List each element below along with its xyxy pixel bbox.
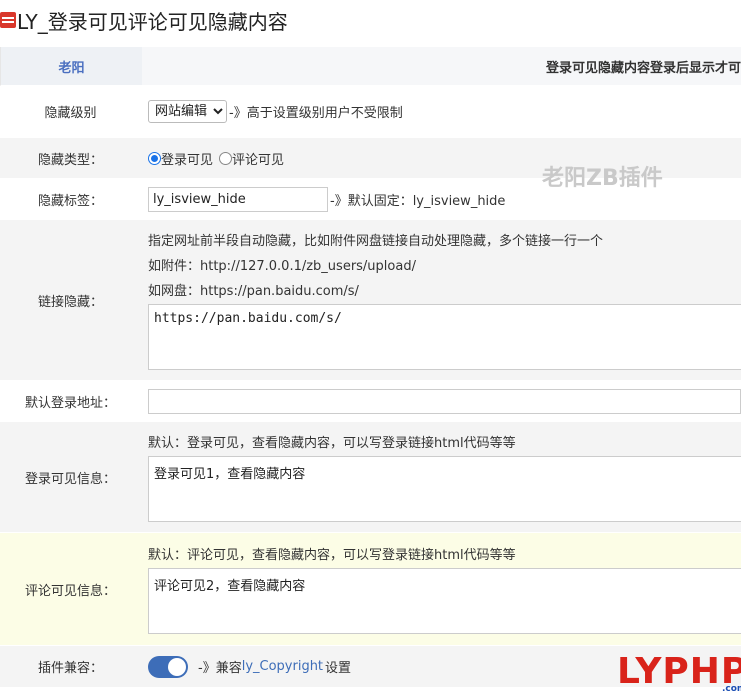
page-title: LY_登录可见评论可见隐藏内容 bbox=[17, 9, 288, 34]
watermark-text: 老阳ZB插件 bbox=[542, 166, 663, 191]
toggle-knob[interactable] bbox=[168, 657, 186, 676]
row-hide-level: 隐藏级别 网站编辑 -》高于设置级别用户不受限制 bbox=[0, 86, 741, 138]
row-comment-info: 评论可见信息： 默认：评论可见，查看隐藏内容，可以写登录链接html代码等等 评… bbox=[0, 533, 741, 646]
comment-info-textarea[interactable]: 评论可见2，查看隐藏内容 bbox=[148, 567, 741, 634]
row-login-info: 登录可见信息： 默认：登录可见，查看隐藏内容，可以写登录链接html代码等等 登… bbox=[0, 422, 741, 533]
header-description: 登录可见隐藏内容登录后显示才可 bbox=[142, 47, 741, 85]
header-author: 老阳 bbox=[1, 47, 142, 85]
radio-login-label: 登录可见 bbox=[161, 152, 214, 168]
radio-unselected-icon[interactable] bbox=[219, 151, 233, 165]
hide-type-label: 隐藏类型： bbox=[37, 152, 103, 168]
ly-copyright-link[interactable]: ly_Copyright bbox=[242, 659, 323, 674]
login-url-label: 默认登录地址： bbox=[24, 395, 116, 411]
logo-domain: .com bbox=[721, 684, 741, 694]
radio-comment-label: 评论可见 bbox=[232, 152, 285, 168]
hide-level-field: 网站编辑 -》高于设置级别用户不受限制 bbox=[141, 86, 741, 137]
compat-prefix: -》兼容 bbox=[198, 661, 242, 676]
plugin-icon bbox=[0, 12, 16, 28]
login-info-field: 默认：登录可见，查看隐藏内容，可以写登录链接html代码等等 登录可见1，查看隐… bbox=[141, 422, 741, 532]
link-hide-example-netdisk: 如网盘：https://pan.baidu.com/s/ bbox=[148, 283, 359, 299]
hide-tag-input[interactable] bbox=[148, 186, 328, 212]
hide-tag-note: -》默认固定：ly_isview_hide bbox=[330, 193, 506, 209]
radio-comment-visible[interactable]: 评论可见 bbox=[219, 149, 284, 168]
compat-suffix: 设置 bbox=[325, 661, 352, 676]
login-url-field bbox=[141, 381, 741, 421]
link-hide-textarea[interactable]: https://pan.baidu.com/s/ bbox=[148, 303, 741, 370]
hide-level-note: -》高于设置级别用户不受限制 bbox=[229, 106, 403, 121]
window-title-bar: LY_登录可见评论可见隐藏内容 bbox=[0, 0, 741, 40]
hide-level-select[interactable]: 网站编辑 bbox=[148, 100, 227, 123]
hide-level-label: 隐藏级别 bbox=[44, 106, 97, 121]
login-url-input[interactable] bbox=[148, 388, 741, 414]
comment-info-field: 默认：评论可见，查看隐藏内容，可以写登录链接html代码等等 评论可见2，查看隐… bbox=[141, 533, 741, 645]
radio-login-visible[interactable]: 登录可见 bbox=[148, 149, 213, 168]
comment-info-hint: 默认：评论可见，查看隐藏内容，可以写登录链接html代码等等 bbox=[148, 547, 516, 563]
link-hide-example-attachment: 如附件：http://127.0.0.1/zb_users/upload/ bbox=[148, 258, 416, 274]
plugin-compat-label: 插件兼容： bbox=[37, 661, 103, 676]
lyphp-logo: LYPHP .com bbox=[617, 652, 741, 695]
row-link-hide: 链接隐藏： 指定网址前半段自动隐藏，比如附件网盘链接自动处理隐藏，多个链接一行一… bbox=[0, 220, 741, 381]
comment-info-label: 评论可见信息： bbox=[24, 583, 116, 599]
link-hide-label: 链接隐藏： bbox=[37, 294, 103, 310]
table-header-row: 老阳 登录可见隐藏内容登录后显示才可 bbox=[0, 47, 741, 86]
link-hide-field: 指定网址前半段自动隐藏，比如附件网盘链接自动处理隐藏，多个链接一行一个 如附件：… bbox=[141, 220, 741, 380]
login-info-hint: 默认：登录可见，查看隐藏内容，可以写登录链接html代码等等 bbox=[148, 435, 516, 451]
link-hide-hint: 指定网址前半段自动隐藏，比如附件网盘链接自动处理隐藏，多个链接一行一个 bbox=[148, 233, 604, 249]
login-info-label: 登录可见信息： bbox=[24, 471, 116, 487]
compat-toggle[interactable] bbox=[148, 655, 188, 678]
radio-selected-icon[interactable] bbox=[148, 151, 161, 165]
settings-form: 老阳 登录可见隐藏内容登录后显示才可 隐藏级别 网站编辑 -》高于设置级别用户不… bbox=[0, 47, 741, 688]
login-info-textarea[interactable]: 登录可见1，查看隐藏内容 bbox=[148, 455, 741, 522]
hide-tag-label: 隐藏标签： bbox=[37, 193, 103, 209]
row-login-url: 默认登录地址： bbox=[0, 381, 741, 422]
